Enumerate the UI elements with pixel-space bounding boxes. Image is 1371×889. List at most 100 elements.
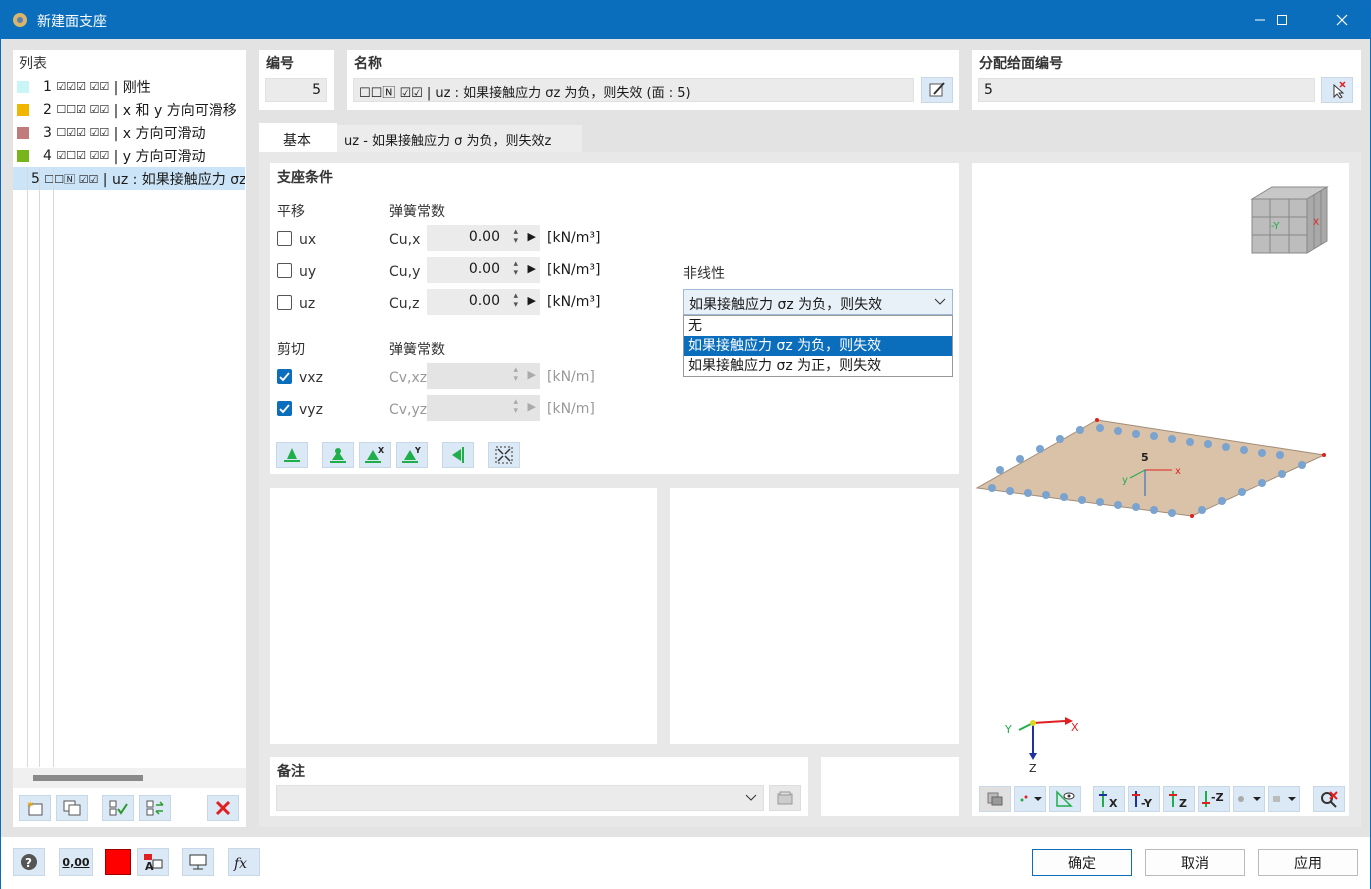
display-button[interactable] xyxy=(182,848,214,876)
ux-label: ux xyxy=(299,232,317,248)
delete-button[interactable] xyxy=(207,795,239,821)
spin-arrows-icon[interactable]: ▴ ▾ xyxy=(513,292,518,310)
cube-front-label: -Y xyxy=(1271,221,1280,232)
nonlinear-option-none[interactable]: 无 xyxy=(684,316,952,336)
view-render-button[interactable] xyxy=(979,786,1011,812)
iso-view-icon xyxy=(1238,796,1261,802)
support-free-button[interactable] xyxy=(488,442,520,468)
uz-checkbox[interactable] xyxy=(277,295,292,310)
text-style-button[interactable]: A xyxy=(137,848,169,876)
cux-spinner[interactable]: 0.00 ▴ ▾ ▶ xyxy=(427,225,540,251)
list-item[interactable]: 1 ☑☑☑ ☑☑ | 刚性 xyxy=(13,75,245,98)
new-item-button[interactable]: ✶ xyxy=(19,795,51,821)
uy-checkbox[interactable] xyxy=(277,263,292,278)
scrollbar-thumb[interactable] xyxy=(33,775,143,781)
view-reset-button[interactable] xyxy=(1313,786,1345,812)
close-button[interactable] xyxy=(1319,1,1365,39)
view-minus-y-button[interactable]: -Y xyxy=(1128,786,1160,812)
apply-button[interactable]: 应用 xyxy=(1258,849,1358,876)
vxz-checkbox[interactable] xyxy=(277,369,292,384)
renumber-button[interactable] xyxy=(139,795,171,821)
support-slide-y-button[interactable]: Y xyxy=(396,442,428,468)
vxz-label: vxz xyxy=(299,370,323,386)
surface-model[interactable]: 5 x y xyxy=(972,408,1349,528)
item-label: | x 方向可滑动 xyxy=(113,125,206,142)
title-bar: 新建面支座 xyxy=(1,1,1370,39)
view-x-label: X xyxy=(1109,797,1118,809)
axis-x-view-icon: X xyxy=(1099,791,1118,809)
view-cube-icon[interactable]: -Y X xyxy=(1247,181,1337,261)
units-button[interactable]: 0,00 xyxy=(59,848,93,876)
item-flags: ☑☐☑ ☑☑ xyxy=(56,149,110,162)
view-measure-button[interactable] xyxy=(1049,786,1081,812)
copy-item-button[interactable] xyxy=(56,795,88,821)
support-slide-x-button[interactable]: X xyxy=(359,442,391,468)
name-field[interactable]: ☐☐🄽 ☑☑ | uz : 如果接触应力 σz 为负，则失效 (面 : 5) xyxy=(353,78,914,102)
spin-arrows-icon[interactable]: ▴ ▾ xyxy=(513,260,518,278)
nonlinear-select[interactable]: 如果接触应力 σz 为负，则失效 xyxy=(683,289,953,315)
formula-button[interactable]: fx xyxy=(228,848,260,876)
comment-library-button[interactable] xyxy=(769,785,801,811)
assign-field[interactable]: 5 xyxy=(978,78,1315,102)
vyz-checkbox[interactable] xyxy=(277,401,292,416)
chevron-down-icon xyxy=(934,298,946,305)
view-z-button[interactable]: Z xyxy=(1163,786,1195,812)
check-all-button[interactable] xyxy=(102,795,134,821)
view-minus-y-label: -Y xyxy=(1141,797,1153,809)
view-style-dropdown[interactable] xyxy=(1268,786,1300,812)
support-wall-button[interactable] xyxy=(442,442,474,468)
units-icon: 0,00 xyxy=(62,855,90,869)
cuy-value: 0.00 xyxy=(468,261,500,277)
spin-right-icon[interactable]: ▶ xyxy=(528,294,536,307)
view-x-button[interactable]: X xyxy=(1093,786,1125,812)
pick-surface-button[interactable] xyxy=(1321,77,1353,103)
cancel-button[interactable]: 取消 xyxy=(1145,849,1245,876)
tab-basic[interactable]: 基本 xyxy=(259,123,337,152)
support-fixed-button[interactable] xyxy=(276,442,308,468)
color-button[interactable] xyxy=(105,849,131,875)
view-minus-z-label: -Z xyxy=(1211,791,1224,804)
ux-checkbox[interactable] xyxy=(277,231,292,246)
name-value: ☐☐🄽 ☑☑ | uz : 如果接触应力 σz 为负，则失效 (面 : 5) xyxy=(359,86,691,101)
list-item[interactable]: 2 ☐☐☑ ☑☑ | x 和 y 方向可滑移 xyxy=(13,98,245,121)
library-icon xyxy=(777,791,793,805)
spin-arrows-icon: ▴ ▾ xyxy=(513,365,518,384)
tab-uz-nonlinear[interactable]: uz - 如果接触应力 σ 为负，则失效z xyxy=(337,125,582,152)
window-title: 新建面支座 xyxy=(37,14,107,30)
list-item[interactable]: 3 ☐☑☑ ☑☑ | x 方向可滑动 xyxy=(13,121,245,144)
list-item[interactable]: 4 ☑☐☑ ☑☑ | y 方向可滑动 xyxy=(13,144,245,167)
nonlinear-label: 非线性 xyxy=(683,266,725,282)
view-minus-z-button[interactable]: -Z xyxy=(1198,786,1230,812)
vyz-label: vyz xyxy=(299,402,323,418)
chevron-down-icon xyxy=(745,794,757,801)
cuz-spinner[interactable]: 0.00 ▴ ▾ ▶ xyxy=(427,289,540,315)
view-display-dropdown[interactable] xyxy=(1014,786,1046,812)
cuy-spinner[interactable]: 0.00 ▴ ▾ ▶ xyxy=(427,257,540,283)
nonlinear-selected-value: 如果接触应力 σz 为负，则失效 xyxy=(689,297,883,313)
axis-z-label: Z xyxy=(1029,762,1037,775)
number-field[interactable]: 5 xyxy=(265,78,327,102)
help-button[interactable]: ? xyxy=(13,848,45,876)
cube-side-label: X xyxy=(1313,218,1319,228)
nonlinear-option-positive[interactable]: 如果接触应力 σz 为正，则失效 xyxy=(684,356,952,376)
ok-button[interactable]: 确定 xyxy=(1032,849,1132,876)
fixed-support-icon xyxy=(284,448,300,462)
edit-name-button[interactable] xyxy=(921,77,953,103)
spin-right-icon: ▶ xyxy=(527,368,536,381)
support-hinged-button[interactable] xyxy=(322,442,354,468)
measure-eye-icon xyxy=(1056,790,1075,807)
spin-right-icon[interactable]: ▶ xyxy=(528,230,536,243)
horizontal-scrollbar[interactable] xyxy=(13,768,246,788)
list-item-selected[interactable]: 5 ☐☐🄽 ☑☑ | uz : 如果接触应力 σz 为负，则失效 xyxy=(13,167,245,190)
view-iso-dropdown[interactable] xyxy=(1233,786,1265,812)
axis-minus-y-view-icon: -Y xyxy=(1132,791,1153,809)
spin-right-icon[interactable]: ▶ xyxy=(528,262,536,275)
check-icon xyxy=(279,372,290,382)
maximize-button[interactable] xyxy=(1259,1,1305,39)
wall-support-icon xyxy=(452,447,464,463)
spin-arrows-icon[interactable]: ▴ ▾ xyxy=(513,228,518,246)
nonlinear-option-negative[interactable]: 如果接触应力 σz 为负，则失效 xyxy=(684,336,952,356)
axis-z-view-icon: Z xyxy=(1169,791,1187,809)
comment-input[interactable] xyxy=(276,785,764,811)
delete-icon xyxy=(215,800,231,816)
